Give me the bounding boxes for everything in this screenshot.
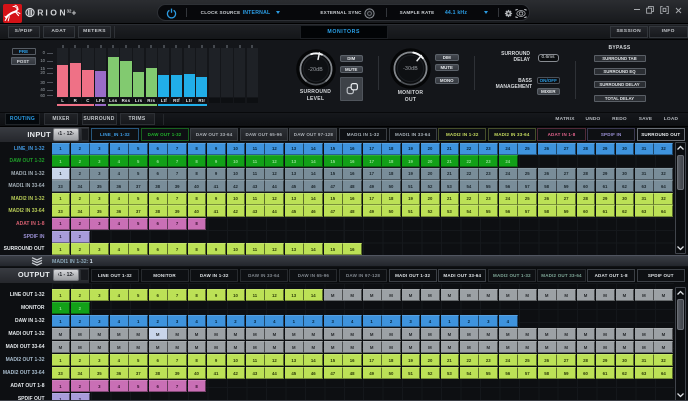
svg-text:N: N: [59, 8, 65, 18]
svg-text:I: I: [45, 8, 47, 18]
svg-text:O: O: [50, 8, 57, 18]
svg-text:+: +: [72, 9, 77, 18]
svg-text:R: R: [37, 8, 44, 18]
